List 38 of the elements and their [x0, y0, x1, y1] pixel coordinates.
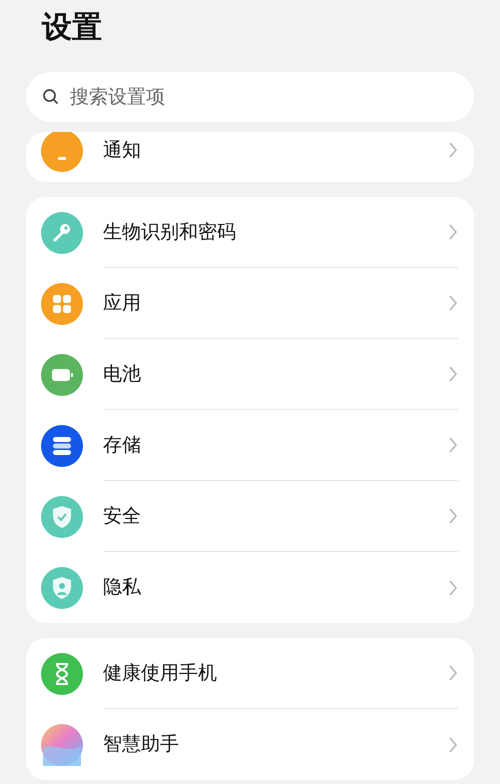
- settings-row[interactable]: 应用: [26, 268, 474, 339]
- battery-icon: [41, 354, 83, 396]
- settings-row[interactable]: 生物识别和密码: [26, 197, 474, 268]
- chevron-right-icon: [448, 436, 458, 454]
- row-label: 智慧助手: [103, 732, 180, 758]
- assistant-orb-icon: [41, 724, 83, 766]
- shield-icon: [41, 496, 83, 538]
- search-icon: [42, 88, 60, 106]
- shield-person-icon: [41, 566, 83, 608]
- row-label: 隐私: [103, 575, 142, 600]
- settings-row[interactable]: 隐私: [26, 552, 474, 623]
- row-label: 应用: [103, 290, 142, 316]
- settings-row[interactable]: 通知: [26, 132, 474, 182]
- hourglass-icon: [41, 652, 83, 694]
- row-label: 健康使用手机: [103, 660, 218, 686]
- row-label: 生物识别和密码: [103, 220, 237, 245]
- search-field[interactable]: 搜索设置项: [26, 72, 474, 122]
- settings-row[interactable]: 智慧助手: [26, 709, 474, 780]
- settings-row[interactable]: 健康使用手机: [26, 638, 474, 709]
- row-label: 通知: [103, 138, 142, 163]
- settings-row[interactable]: 存储: [26, 410, 474, 481]
- row-label: 电池: [103, 362, 142, 387]
- row-label: 存储: [103, 432, 142, 458]
- chevron-right-icon: [448, 141, 458, 159]
- chevron-right-icon: [448, 736, 458, 754]
- chevron-right-icon: [448, 223, 458, 241]
- chevron-right-icon: [448, 294, 458, 312]
- key-icon: [41, 212, 83, 254]
- chevron-right-icon: [448, 365, 458, 383]
- chevron-right-icon: [448, 507, 458, 525]
- row-label: 安全: [103, 504, 142, 529]
- storage-icon: [41, 424, 83, 466]
- settings-row[interactable]: 安全: [26, 481, 474, 552]
- grid-icon: [41, 282, 83, 324]
- settings-row[interactable]: 电池: [26, 339, 474, 410]
- page-title: 设置: [40, 9, 103, 47]
- chevron-right-icon: [448, 664, 458, 682]
- chevron-right-icon: [448, 578, 458, 596]
